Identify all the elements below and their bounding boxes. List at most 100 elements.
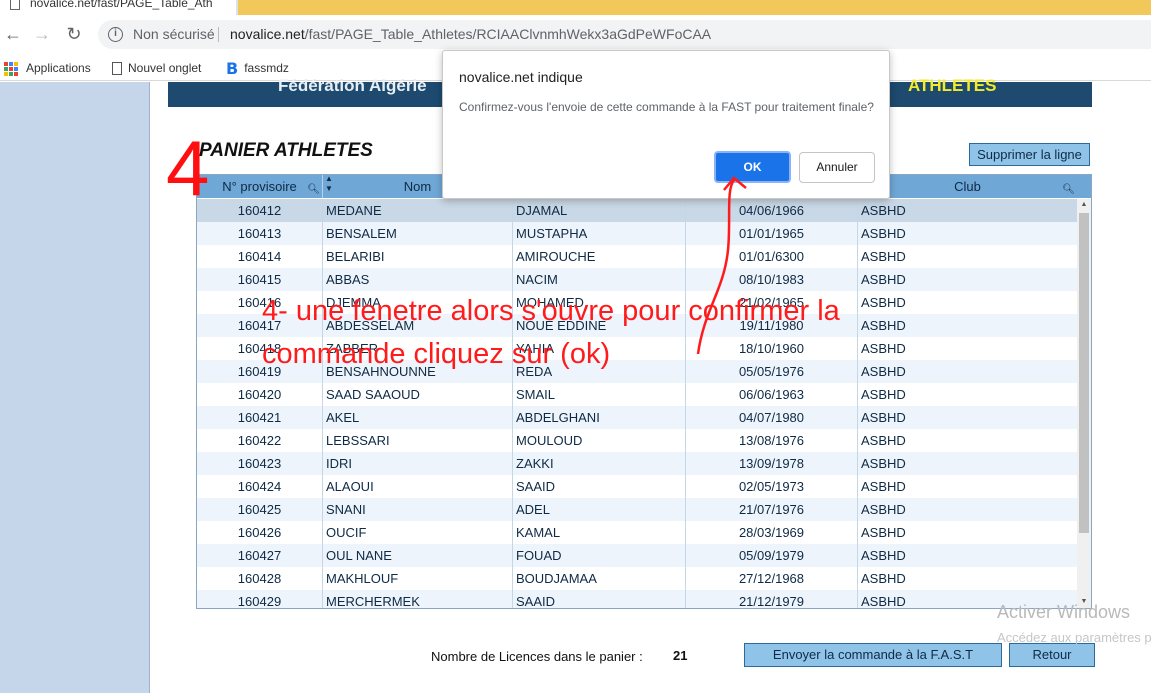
url-text[interactable]: novalice.net/fast/PAGE_Table_Athletes/RC… xyxy=(230,20,711,49)
bookmark-label: Applications xyxy=(26,61,91,75)
cell-num: 160425 xyxy=(197,498,323,521)
cell-num: 160426 xyxy=(197,521,323,544)
send-order-button[interactable]: Envoyer la commande à la F.A.S.T xyxy=(744,643,1002,667)
cell-prenom: ZAKKI xyxy=(513,452,686,475)
column-header-num[interactable]: N° provisoire 🔍︎ xyxy=(197,175,323,198)
back-button[interactable]: Retour xyxy=(1009,643,1095,667)
screen: novalice.net/fast/PAGE_Table_Ath ← → ↻ i… xyxy=(0,0,1151,693)
cell-club: ASBHD xyxy=(861,387,906,402)
cell-nom: BELARIBI xyxy=(323,245,513,268)
cell-club: ASBHD xyxy=(861,410,906,425)
cell-nom: BENSALEM xyxy=(323,222,513,245)
cell-date: 27/12/1968 xyxy=(686,567,858,590)
cell-date: 21/12/1979 xyxy=(686,590,858,608)
table-row[interactable]: 160422 LEBSSARI MOULOUD 13/08/1976 ASBHD xyxy=(197,429,1077,452)
cell-num: 160423 xyxy=(197,452,323,475)
cell-prenom: SAAID xyxy=(513,475,686,498)
table-row[interactable]: 160414 BELARIBI AMIROUCHE 01/01/6300 ASBHD xyxy=(197,245,1077,268)
cell-num: 160424 xyxy=(197,475,323,498)
cell-prenom: BOUDJAMAA xyxy=(513,567,686,590)
cell-date: 13/09/1978 xyxy=(686,452,858,475)
cell-num: 160412 xyxy=(197,199,323,222)
page-favicon-icon xyxy=(10,0,20,10)
cell-date: 21/07/1976 xyxy=(686,498,858,521)
annotation-step-number: 4 xyxy=(166,124,210,212)
address-separator xyxy=(218,27,219,42)
cell-nom: ABBAS xyxy=(323,268,513,291)
table-row[interactable]: 160412 MEDANE DJAMAL 04/06/1966 ASBHD xyxy=(197,199,1077,222)
annotation-text: 4- une fenetre alors s'ouvre pour confir… xyxy=(262,295,840,370)
bookmark-fassmdz[interactable]: Bfassmdz xyxy=(226,59,289,77)
cell-prenom: DJAMAL xyxy=(513,199,686,222)
cell-num: 160422 xyxy=(197,429,323,452)
table-row[interactable]: 160421 AKEL ABDELGHANI 04/07/1980 ASBHD xyxy=(197,406,1077,429)
confirm-dialog: novalice.net indique Confirmez-vous l'en… xyxy=(442,50,890,199)
license-count-value: 21 xyxy=(673,648,688,663)
address-bar[interactable]: i Non sécurisé novalice.net/fast/PAGE_Ta… xyxy=(98,20,1151,49)
table-row[interactable]: 160428 MAKHLOUF BOUDJAMAA 27/12/1968 ASBHD xyxy=(197,567,1077,590)
activation-watermark-text: Accédez aux paramètres pour activer Wind… xyxy=(997,630,1151,645)
cell-club: ASBHD xyxy=(861,525,906,540)
bookmark-new-tab[interactable]: Nouvel onglet xyxy=(112,59,201,77)
table-row[interactable]: 160423 IDRI ZAKKI 13/09/1978 ASBHD xyxy=(197,452,1077,475)
cell-nom: OUL NANE xyxy=(323,544,513,567)
cell-date: 02/05/1973 xyxy=(686,475,858,498)
activation-watermark-title: Activer Windows xyxy=(997,602,1131,622)
back-arrow-icon[interactable]: ← xyxy=(2,23,24,45)
security-label[interactable]: Non sécurisé xyxy=(133,20,215,49)
cell-num: 160427 xyxy=(197,544,323,567)
cell-num: 160420 xyxy=(197,383,323,406)
cell-club: ASBHD xyxy=(861,226,906,241)
column-header-club[interactable]: Club 🔍︎ xyxy=(858,175,1077,198)
search-icon[interactable]: 🔍︎ xyxy=(1062,185,1075,195)
cell-prenom: SMAIL xyxy=(513,383,686,406)
cell-club: ASBHD xyxy=(861,571,906,586)
tab-strip: novalice.net/fast/PAGE_Table_Ath xyxy=(0,0,1151,15)
athletes-title: ATHLETES xyxy=(908,76,997,95)
table-row[interactable]: 160429 MERCHERMEK SAAID 21/12/1979 ASBHD xyxy=(197,590,1077,608)
url-path: /fast/PAGE_Table_Athletes/RCIAAClvnmhWek… xyxy=(304,26,712,42)
cell-club: ASBHD xyxy=(861,502,906,517)
cell-date: 04/07/1980 xyxy=(686,406,858,429)
table-row[interactable]: 160420 SAAD SAAOUD SMAIL 06/06/1963 ASBHD xyxy=(197,383,1077,406)
tab-title: novalice.net/fast/PAGE_Table_Ath xyxy=(30,0,213,10)
column-header-label: N° provisoire xyxy=(222,179,297,194)
cell-prenom: ADEL xyxy=(513,498,686,521)
cell-num: 160428 xyxy=(197,567,323,590)
table-row[interactable]: 160413 BENSALEM MUSTAPHA 01/01/1965 ASBHD xyxy=(197,222,1077,245)
cell-date: 05/09/1979 xyxy=(686,544,858,567)
table-row[interactable]: 160427 OUL NANE FOUAD 05/09/1979 ASBHD xyxy=(197,544,1077,567)
cell-club: ASBHD xyxy=(861,272,906,287)
delete-line-button[interactable]: Supprimer la ligne xyxy=(969,143,1090,166)
cell-nom: MERCHERMEK xyxy=(323,590,513,608)
cell-num: 160413 xyxy=(197,222,323,245)
table-row[interactable]: 160425 SNANI ADEL 21/07/1976 ASBHD xyxy=(197,498,1077,521)
forward-arrow-icon[interactable]: → xyxy=(31,23,53,45)
cell-club: ASBHD xyxy=(861,456,906,471)
annotation-arrow-icon xyxy=(696,176,747,355)
cell-prenom: FOUAD xyxy=(513,544,686,567)
scrollbar-thumb[interactable] xyxy=(1079,213,1089,533)
cancel-button[interactable]: Annuler xyxy=(799,152,875,183)
table-row[interactable]: 160415 ABBAS NACIM 08/10/1983 ASBHD xyxy=(197,268,1077,291)
apps-grid-icon xyxy=(4,61,18,76)
table-scrollbar[interactable]: ▲ ▼ xyxy=(1077,199,1091,608)
cell-date: 06/06/1963 xyxy=(686,383,858,406)
bookmark-applications[interactable]: Applications xyxy=(4,59,91,77)
scroll-up-icon[interactable]: ▲ xyxy=(1077,199,1091,211)
table-row[interactable]: 160424 ALAOUI SAAID 02/05/1973 ASBHD xyxy=(197,475,1077,498)
cell-nom: MAKHLOUF xyxy=(323,567,513,590)
browser-tab[interactable]: novalice.net/fast/PAGE_Table_Ath xyxy=(0,0,236,15)
dialog-message: Confirmez-vous l'envoie de cette command… xyxy=(459,100,874,114)
cell-club: ASBHD xyxy=(861,249,906,264)
info-icon[interactable]: i xyxy=(108,27,123,42)
cell-num: 160414 xyxy=(197,245,323,268)
cell-club: ASBHD xyxy=(861,203,906,218)
table-row[interactable]: 160426 OUCIF KAMAL 28/03/1969 ASBHD xyxy=(197,521,1077,544)
cell-num: 160415 xyxy=(197,268,323,291)
page-title: PANIER ATHLETES xyxy=(199,140,373,161)
search-icon[interactable]: 🔍︎ xyxy=(307,185,320,195)
table-body: 160412 MEDANE DJAMAL 04/06/1966 ASBHD 160413 B… xyxy=(197,199,1077,608)
sort-icon[interactable]: ▲ ▼ xyxy=(325,175,333,194)
reload-icon[interactable]: ↻ xyxy=(63,23,85,45)
